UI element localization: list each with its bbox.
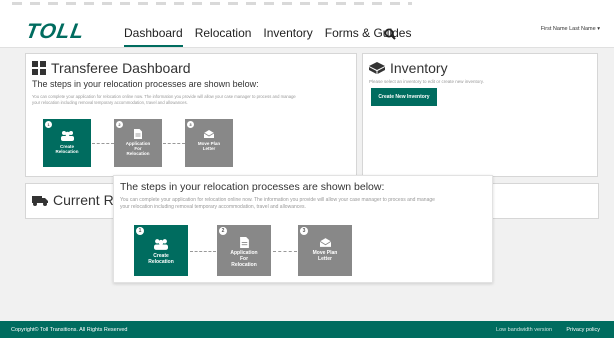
step-label-2: Relocation — [148, 259, 174, 265]
browser-top-strip — [0, 0, 614, 8]
bookmark-bar-placeholder — [12, 2, 412, 5]
dashboard-title: Transferee Dashboard — [32, 60, 191, 76]
step-move-plan[interactable]: 3 Move Plan Letter — [298, 225, 352, 276]
people-icon — [60, 131, 74, 141]
step-application[interactable]: 2 Application For Relocation — [217, 225, 271, 276]
step-create-relocation-small[interactable]: 1 Create Relocation — [43, 119, 91, 167]
description-line-2: your relocation including removal tempor… — [120, 203, 306, 210]
step-label-2: Letter — [202, 146, 216, 151]
step-application-small[interactable]: 2 Application For Relocation — [114, 119, 162, 167]
step-label-3: Relocation — [126, 151, 150, 156]
nav-dashboard[interactable]: Dashboard — [124, 26, 183, 47]
step-number: 1 — [45, 121, 52, 128]
steps-description-enlarged: You can complete your application for re… — [120, 197, 435, 210]
inventory-description: Please select an inventory to edit or cr… — [369, 79, 484, 84]
envelope-icon — [319, 238, 331, 247]
step-connector — [163, 143, 185, 144]
main-nav: Dashboard Relocation Inventory Forms & G… — [124, 26, 423, 47]
steps-heading: The steps in your relocation processes a… — [32, 79, 259, 89]
header: TOLL Dashboard Relocation Inventory Form… — [0, 8, 614, 48]
footer: Copyright© Toll Transitions. All Rights … — [0, 321, 614, 338]
document-icon — [134, 129, 142, 139]
step-label-2: Relocation — [55, 149, 79, 154]
step-connector — [190, 251, 216, 252]
user-menu[interactable]: First Name Last Name ▾ — [541, 26, 600, 32]
step-connector — [273, 251, 297, 252]
dashboard-icon — [32, 61, 46, 75]
inventory-card: Inventory Please select an inventory to … — [362, 53, 598, 177]
steps-heading-enlarged: The steps in your relocation processes a… — [120, 181, 385, 193]
toll-logo[interactable]: TOLL — [24, 20, 87, 44]
nav-inventory[interactable]: Inventory — [263, 26, 312, 47]
current-relocation-title: Current Re — [32, 192, 121, 208]
steps-overlay-panel: The steps in your relocation processes a… — [113, 175, 493, 283]
step-number: 2 — [116, 121, 123, 128]
step-label-2: Letter — [318, 256, 332, 262]
search-icon[interactable] — [384, 28, 396, 40]
nav-forms-guides[interactable]: Forms & Guides — [325, 26, 412, 47]
inventory-title: Inventory — [369, 60, 448, 76]
step-number: 1 — [136, 227, 144, 235]
privacy-policy-link[interactable]: Privacy policy — [566, 327, 600, 333]
dashboard-title-text: Transferee Dashboard — [51, 60, 191, 76]
step-number: 2 — [219, 227, 227, 235]
step-create-relocation[interactable]: 1 Create Relocation — [134, 225, 188, 276]
low-bandwidth-link[interactable]: Low bandwidth version — [496, 327, 552, 333]
step-number: 3 — [187, 121, 194, 128]
step-move-plan-small[interactable]: 3 Move Plan Letter — [185, 119, 233, 167]
step-label-3: Relocation — [231, 262, 257, 268]
inventory-title-text: Inventory — [390, 60, 448, 76]
current-relocation-title-text: Current Re — [53, 192, 122, 208]
document-icon — [239, 237, 249, 248]
step-connector — [92, 143, 114, 144]
copyright-text: Copyright© Toll Transitions. All Rights … — [11, 327, 128, 333]
description-line-2: your relocation including removal tempor… — [32, 99, 188, 105]
people-icon — [154, 239, 168, 250]
envelope-icon — [204, 130, 214, 138]
nav-relocation[interactable]: Relocation — [195, 26, 252, 47]
boxes-icon — [369, 62, 385, 74]
description-line-1: You can complete your application for re… — [120, 197, 435, 203]
step-number: 3 — [300, 227, 308, 235]
steps-description: You can complete your application for re… — [32, 94, 296, 105]
truck-icon — [32, 196, 48, 206]
create-new-inventory-button[interactable]: Create New Inventory — [371, 88, 437, 106]
description-line-1: You can complete your application for re… — [32, 94, 296, 99]
dashboard-card: Transferee Dashboard The steps in your r… — [25, 53, 357, 177]
